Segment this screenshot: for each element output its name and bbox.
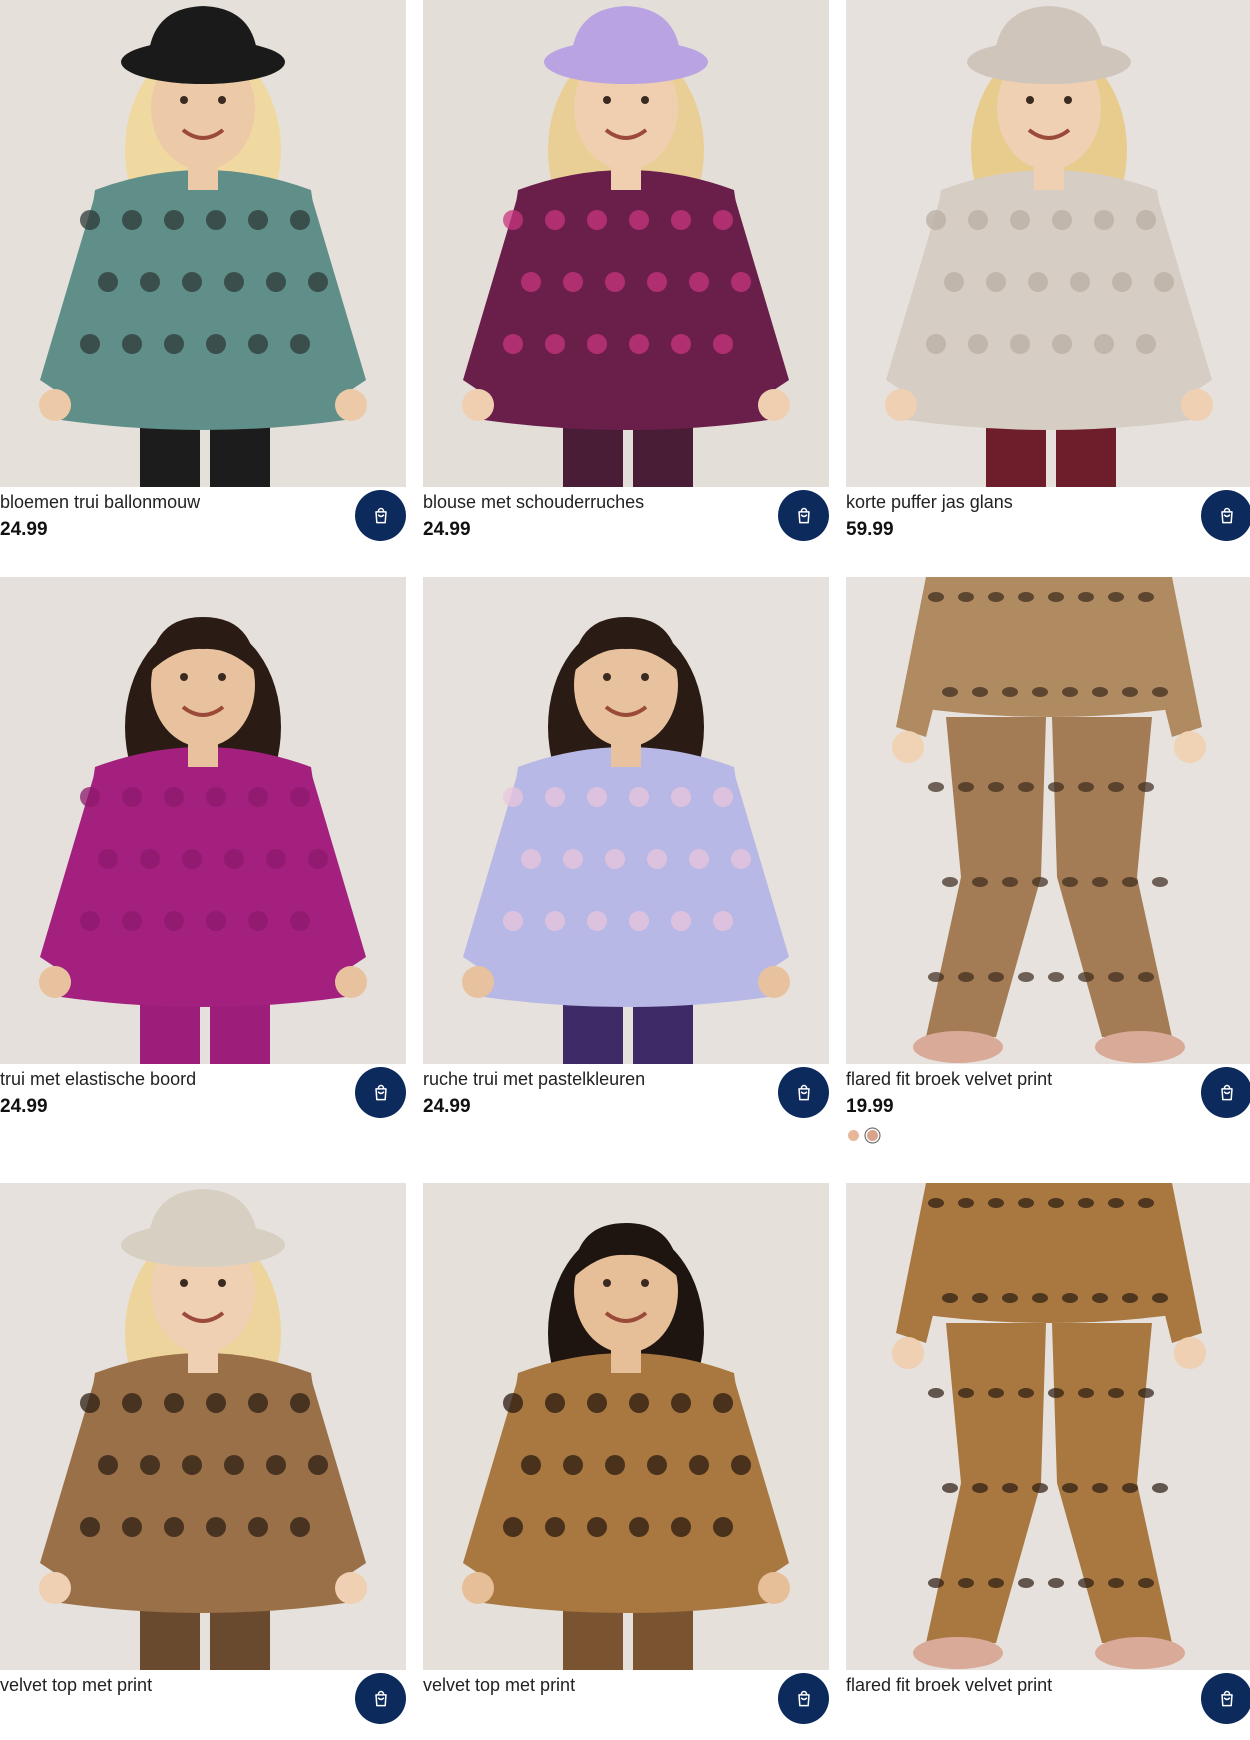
product-image[interactable]	[0, 1183, 406, 1670]
product-image[interactable]	[0, 577, 406, 1064]
product-info: korte puffer jas glans 59.99	[846, 487, 1250, 557]
add-to-cart-button[interactable]	[778, 1673, 829, 1724]
add-to-cart-button[interactable]	[778, 490, 829, 541]
product-image[interactable]	[423, 0, 829, 487]
product-image[interactable]	[423, 577, 829, 1064]
product-price: 24.99	[0, 519, 48, 540]
product-title[interactable]: bloemen trui ballonmouw	[0, 491, 200, 513]
color-swatch[interactable]	[867, 1130, 878, 1141]
product-title[interactable]: flared fit broek velvet print	[846, 1068, 1052, 1090]
shopping-bag-icon	[374, 507, 387, 523]
add-to-cart-button[interactable]	[1201, 1673, 1250, 1724]
product-info: flared fit broek velvet print 19.99	[846, 1064, 1250, 1141]
product-image[interactable]	[423, 1183, 829, 1670]
product-price: 24.99	[423, 1096, 471, 1117]
color-swatch[interactable]	[848, 1130, 859, 1141]
product-card[interactable]: trui met elastische boord 24.99	[0, 577, 406, 1134]
shopping-bag-icon	[1220, 1084, 1233, 1100]
add-to-cart-button[interactable]	[1201, 490, 1250, 541]
shopping-bag-icon	[1220, 1690, 1233, 1706]
product-title[interactable]: flared fit broek velvet print	[846, 1674, 1052, 1696]
product-card[interactable]: velvet top met print	[0, 1183, 406, 1740]
add-to-cart-button[interactable]	[355, 490, 406, 541]
product-image[interactable]	[846, 577, 1250, 1064]
product-card[interactable]: korte puffer jas glans 59.99	[846, 0, 1250, 557]
shopping-bag-icon	[1220, 507, 1233, 523]
product-info: blouse met schouderruches 24.99	[423, 487, 829, 557]
color-swatches	[848, 1130, 878, 1141]
product-title[interactable]: blouse met schouderruches	[423, 491, 644, 513]
product-info: flared fit broek velvet print	[846, 1670, 1250, 1740]
product-card[interactable]: flared fit broek velvet print	[846, 1183, 1250, 1740]
product-price: 24.99	[0, 1096, 48, 1117]
add-to-cart-button[interactable]	[355, 1673, 406, 1724]
product-price: 19.99	[846, 1096, 894, 1117]
product-image[interactable]	[846, 1183, 1250, 1670]
product-info: velvet top met print	[423, 1670, 829, 1740]
product-title[interactable]: trui met elastische boord	[0, 1068, 196, 1090]
product-card[interactable]: ruche trui met pastelkleuren 24.99	[423, 577, 829, 1134]
product-grid: bloemen trui ballonmouw 24.99 blouse met s…	[0, 0, 1250, 1724]
product-info: trui met elastische boord 24.99	[0, 1064, 406, 1134]
shopping-bag-icon	[797, 1084, 810, 1100]
product-info: bloemen trui ballonmouw 24.99	[0, 487, 406, 557]
product-price: 59.99	[846, 519, 894, 540]
product-title[interactable]: korte puffer jas glans	[846, 491, 1013, 513]
add-to-cart-button[interactable]	[1201, 1067, 1250, 1118]
product-card[interactable]: flared fit broek velvet print 19.99	[846, 577, 1250, 1141]
product-title[interactable]: velvet top met print	[423, 1674, 575, 1696]
shopping-bag-icon	[797, 507, 810, 523]
product-price: 24.99	[423, 519, 471, 540]
shopping-bag-icon	[797, 1690, 810, 1706]
product-card[interactable]: bloemen trui ballonmouw 24.99	[0, 0, 406, 557]
product-title[interactable]: velvet top met print	[0, 1674, 152, 1696]
product-title[interactable]: ruche trui met pastelkleuren	[423, 1068, 645, 1090]
product-info: ruche trui met pastelkleuren 24.99	[423, 1064, 829, 1134]
add-to-cart-button[interactable]	[355, 1067, 406, 1118]
product-image[interactable]	[846, 0, 1250, 487]
product-image[interactable]	[0, 0, 406, 487]
product-card[interactable]: blouse met schouderruches 24.99	[423, 0, 829, 557]
product-card[interactable]: velvet top met print	[423, 1183, 829, 1740]
shopping-bag-icon	[374, 1690, 387, 1706]
product-info: velvet top met print	[0, 1670, 406, 1740]
add-to-cart-button[interactable]	[778, 1067, 829, 1118]
shopping-bag-icon	[374, 1084, 387, 1100]
